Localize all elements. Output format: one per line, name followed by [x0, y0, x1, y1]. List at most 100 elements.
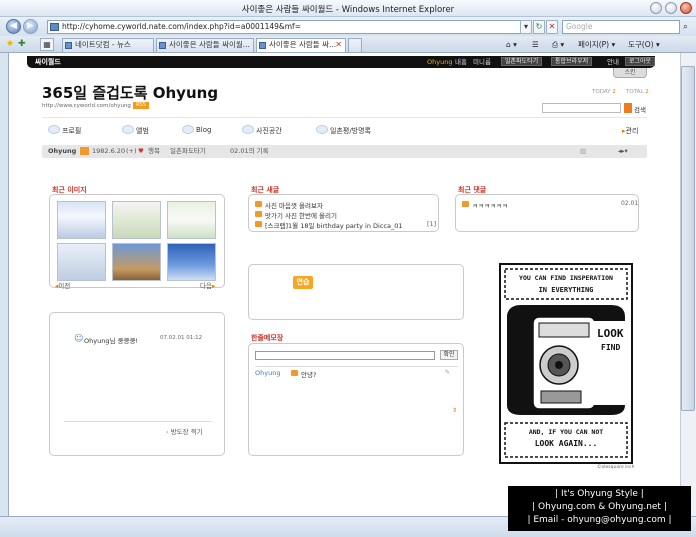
- poster-line-6: LOOK AGAIN...: [534, 439, 598, 448]
- menu-blog[interactable]: Blog: [182, 125, 211, 134]
- post-item[interactable]: 사진 마음껏 올려보자: [255, 200, 323, 210]
- tab-bar: ★ ✚ ▦ 네이트닷컴 - 뉴스 사이좋은 사람들 싸이월... 사이좋은 사람…: [0, 36, 696, 53]
- image-thumbnail[interactable]: [57, 243, 106, 281]
- total-value: 2: [645, 89, 649, 95]
- pager-icon[interactable]: ◂▸▾: [618, 147, 628, 156]
- home-menu: 프로필 앨범 Blog 사진공간 일촌평/방명록 ▸관리: [42, 117, 647, 143]
- today-counter: TODAY 2: [592, 89, 616, 95]
- mood-icon: ♥: [138, 147, 144, 155]
- post-item[interactable]: 맛가기 사진 한번에 올리기: [255, 210, 337, 220]
- tab-label: 사이좋은 사람들 싸이월...: [169, 40, 250, 49]
- tab-cyworld-2[interactable]: 사이좋은 사람들 싸... ✕: [256, 38, 346, 52]
- favorites-star-icon[interactable]: ★: [6, 39, 14, 49]
- images-prev-link[interactable]: ◂이전: [55, 280, 70, 290]
- visitor-icon: ☺: [74, 334, 84, 344]
- delete-icon[interactable]: ✎: [445, 369, 450, 376]
- guestbook-entry-name[interactable]: Ohyung: [255, 369, 280, 377]
- strip-browser-button[interactable]: 통합브라우저: [551, 57, 593, 66]
- home-icon[interactable]: ⌂ ▾: [506, 38, 517, 51]
- post-title: 사진 마음껏 올려보자: [265, 202, 323, 210]
- search-input[interactable]: Google: [562, 20, 680, 34]
- tab-favicon: [159, 42, 166, 49]
- post-icon: [255, 201, 262, 207]
- image-thumbnail[interactable]: [112, 201, 161, 239]
- comment-text: ㅋㅋㅋㅋㅋㅋ: [472, 202, 508, 210]
- home-search-input[interactable]: [542, 103, 621, 113]
- url-dropdown-button[interactable]: ▾: [520, 20, 532, 34]
- menu-label: 사진공간: [256, 127, 282, 135]
- tab-cyworld-1[interactable]: 사이좋은 사람들 싸이월...: [156, 38, 254, 52]
- add-favorite-icon[interactable]: ✚: [18, 39, 26, 49]
- cyworld-logo[interactable]: 싸이월드: [35, 57, 61, 67]
- tab-favicon: [65, 42, 72, 49]
- search-icon[interactable]: [624, 103, 632, 113]
- forward-arrow-icon: ▶: [27, 21, 34, 31]
- tab-favicon: [259, 42, 266, 49]
- profile-surf-select[interactable]: 일촌파도타기: [170, 147, 206, 156]
- scrollbar-thumb[interactable]: [681, 66, 695, 411]
- strip-item-guide[interactable]: 안내: [607, 57, 619, 67]
- feeds-icon[interactable]: ☰: [532, 38, 539, 51]
- plus-icon[interactable]: (+): [126, 147, 137, 156]
- comment-item[interactable]: ㅋㅋㅋㅋㅋㅋ: [462, 200, 508, 210]
- tab-label: 사이좋은 사람들 싸...: [269, 40, 337, 49]
- poster-line-2: IN EVERYTHING: [538, 286, 594, 294]
- maximize-button[interactable]: [665, 2, 677, 14]
- new-tab-button[interactable]: [348, 38, 362, 52]
- close-tab-icon[interactable]: ✕: [335, 39, 342, 51]
- comment-icon: [462, 201, 469, 207]
- home-url[interactable]: http://www.cyworld.com/ohyung: [42, 103, 131, 109]
- manage-link[interactable]: ▸관리: [622, 126, 638, 136]
- menu-label: 프로필: [62, 127, 82, 135]
- page-menu[interactable]: 페이지(P) ▾: [578, 38, 615, 51]
- chevron-down-icon: ▾: [523, 22, 528, 31]
- forward-button[interactable]: ▶: [23, 19, 38, 34]
- strip-item-miniroom[interactable]: 미니룸: [473, 57, 491, 67]
- cyworld-page: 싸이월드 Ohyung 내홈 미니룸 일촌파도타기 통합브라우저 안내 로그아웃…: [8, 53, 680, 516]
- image-thumbnail[interactable]: [167, 201, 216, 239]
- menu-photo[interactable]: 사진공간: [242, 125, 282, 136]
- print-icon[interactable]: ⎙ ▾: [552, 38, 564, 51]
- scroll-indicator-icon[interactable]: ⇕: [452, 407, 457, 414]
- stop-button[interactable]: ✕: [546, 20, 558, 34]
- strip-user-name[interactable]: Ohyung: [427, 57, 452, 67]
- profile-badge-icon: [80, 147, 89, 155]
- logout-button[interactable]: 로그아웃: [625, 57, 656, 66]
- refresh-button[interactable]: ↻: [533, 20, 545, 34]
- menu-profile[interactable]: 프로필: [48, 125, 82, 136]
- skin-tab[interactable]: 스킨: [613, 68, 647, 78]
- quick-tabs-icon[interactable]: ▦: [40, 38, 54, 51]
- prev-label: 이전: [58, 282, 71, 290]
- close-window-button[interactable]: [680, 2, 692, 14]
- search-icon[interactable]: ⌕: [683, 22, 688, 32]
- home-title: 365일 즐겁도록 Ohyung: [42, 84, 219, 102]
- tools-menu[interactable]: 도구(O) ▾: [628, 38, 660, 51]
- tab-news[interactable]: 네이트닷컴 - 뉴스: [62, 38, 154, 52]
- chart-icon[interactable]: ▥: [580, 147, 586, 156]
- back-button[interactable]: ◀: [6, 19, 21, 34]
- url-input[interactable]: http://cyhome.cyworld.nate.com/index.php…: [47, 20, 528, 34]
- minimize-button[interactable]: [650, 2, 662, 14]
- visitor-stamp-link[interactable]: › 방도장 찍기: [166, 426, 203, 436]
- profile-record: 02.01의 기록: [230, 147, 269, 155]
- skin-tab-label: 스킨: [624, 69, 636, 76]
- guestbook-submit-button[interactable]: 확인: [440, 350, 458, 360]
- strip-surf-button[interactable]: 일촌파도타기: [501, 57, 543, 66]
- menu-label: 일촌평/방명록: [330, 127, 371, 135]
- guestbook-box: 확인 Ohyung 안녕? ✎ ⇕: [248, 343, 464, 456]
- images-next-link[interactable]: 다음▸: [200, 280, 215, 290]
- image-thumbnail[interactable]: [112, 243, 161, 281]
- strip-item-myhome[interactable]: 내홈: [455, 57, 467, 67]
- image-thumbnail[interactable]: [167, 243, 216, 281]
- rss-badge[interactable]: RSS: [133, 102, 149, 109]
- cloud-icon: [48, 125, 60, 134]
- url-text: http://cyhome.cyworld.nate.com/index.php…: [62, 22, 301, 31]
- menu-guestbook[interactable]: 일촌평/방명록: [316, 125, 371, 136]
- visitor-date: 07.02.01 01:12: [160, 335, 203, 341]
- image-thumbnail[interactable]: [57, 201, 106, 239]
- arrow-right-icon: ▸: [211, 282, 216, 290]
- menu-album[interactable]: 앨범: [122, 125, 149, 136]
- post-item[interactable]: [스크랩]1월 18일 birthday party in Dicca_01: [255, 220, 403, 230]
- home-search-button[interactable]: 검색: [634, 104, 646, 114]
- guestbook-input[interactable]: [255, 351, 435, 360]
